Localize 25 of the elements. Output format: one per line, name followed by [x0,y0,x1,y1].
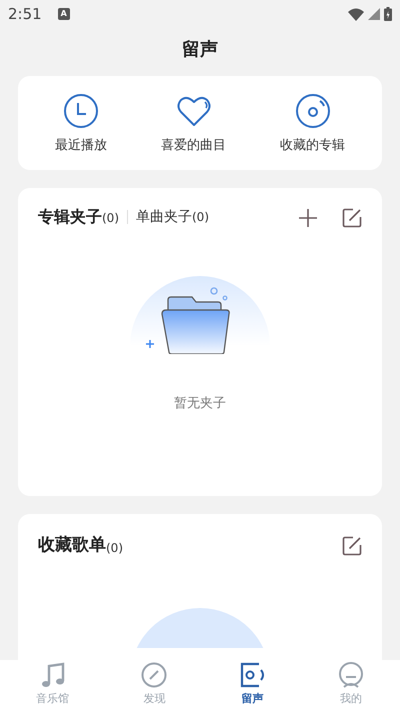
shortcut-label[interactable]: 最近播放 [55,136,107,156]
shortcut-label[interactable]: 收藏的专辑 [280,136,345,156]
empty-message: 暂无夹子 [174,394,226,412]
add-button[interactable] [298,208,318,228]
edit-button[interactable] [342,208,362,228]
shortcut-label[interactable]: 喜爱的曲目 [161,136,226,156]
signal-icon [368,8,380,20]
battery-icon [384,7,392,21]
folder-tab[interactable]: 单曲夹子(0) [136,208,209,227]
page-title: 留声 [181,38,219,62]
music-icon [40,662,66,688]
section-title: 收藏歌单 [38,534,106,557]
radio-icon [240,662,266,688]
disc-icon[interactable] [294,94,330,128]
heart-icon[interactable] [176,94,212,128]
nav-tab[interactable]: 留声 [240,660,266,708]
notification-icon: A [58,8,70,20]
folder-tab[interactable]: 专辑夹子(0) [38,207,119,228]
edit-button[interactable] [342,536,362,556]
discover-icon [141,662,168,688]
profile-icon [338,662,364,688]
clock-icon[interactable] [63,94,99,128]
status-time: 2:51 [8,4,42,25]
playlist-count: (0) [106,540,123,556]
wifi-icon [348,8,364,20]
